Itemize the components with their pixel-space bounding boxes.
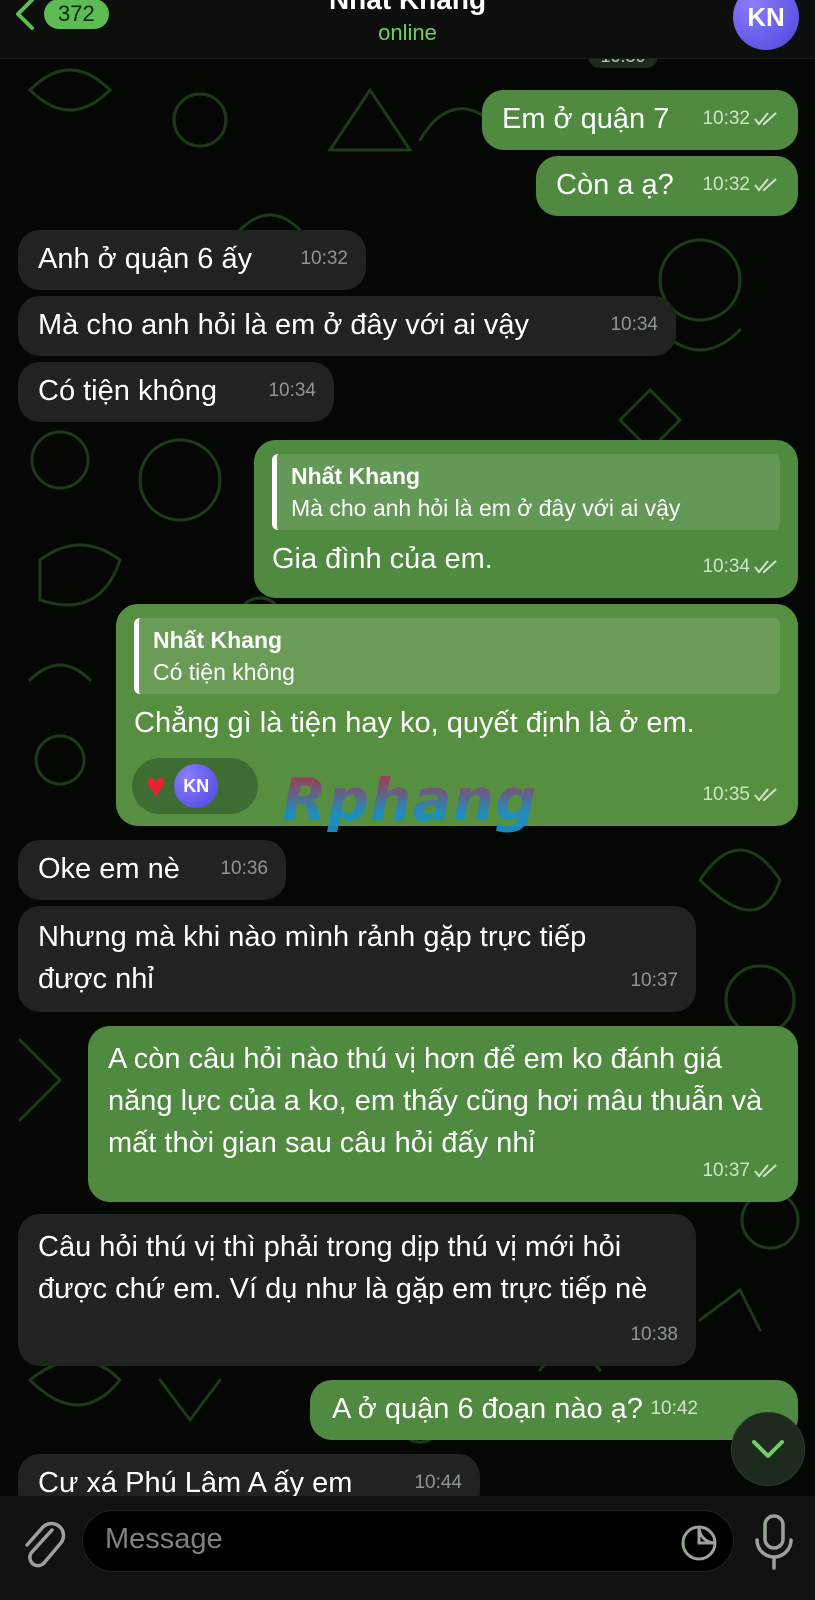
sticker-icon[interactable] (679, 1523, 719, 1563)
message-time: 10:37 (702, 1160, 750, 1181)
message-bubble[interactable]: A ở quận 6 đoạn nào ạ? 10:42 (310, 1380, 798, 1440)
message-text: A còn câu hỏi nào thú vị hơn để em ko đá… (108, 1043, 763, 1159)
message-meta: 10:32 (300, 238, 348, 280)
heart-icon: ♥ (146, 767, 167, 805)
message-time: 10:37 (630, 970, 678, 991)
message-bubble[interactable]: A còn câu hỏi nào thú vị hơn để em ko đá… (88, 1026, 798, 1202)
message-bubble[interactable]: Oke em nè 10:36 (18, 840, 286, 900)
message-meta: 10:34 (702, 546, 780, 588)
double-check-icon (754, 788, 777, 802)
message-input-placeholder: Message (105, 1523, 223, 1555)
message-meta: 10:38 (630, 1314, 678, 1356)
message-text: Mà cho anh hỏi là em ở đây với ai vậy (38, 309, 529, 341)
message-bubble[interactable]: Mà cho anh hỏi là em ở đây với ai vậy 10… (18, 296, 676, 356)
message-meta: 10:32 (702, 98, 780, 140)
reply-text: Có tiện không (153, 659, 295, 685)
double-check-icon (754, 178, 777, 192)
reply-quote[interactable]: Nhất Khang Có tiện không (134, 618, 780, 694)
message-time: 10:38 (630, 1324, 678, 1345)
double-check-icon (754, 560, 777, 574)
message-bubble[interactable]: Còn a ạ? 10:32 (536, 156, 798, 216)
contact-status: online (378, 20, 437, 45)
scroll-to-bottom-button[interactable] (731, 1412, 805, 1486)
chevron-down-icon (752, 1440, 784, 1458)
microphone-icon[interactable] (752, 1512, 796, 1574)
paperclip-icon[interactable] (18, 1516, 68, 1576)
message-bubble[interactable]: Anh ở quận 6 ấy 10:32 (18, 230, 366, 290)
message-composer: Message (0, 1496, 815, 1600)
message-time: 10:32 (300, 248, 348, 269)
message-text: Câu hỏi thú vị thì phải trong dịp thú vị… (38, 1231, 648, 1305)
chat-header: 372 Nhất Khang online KN (0, 0, 815, 59)
watermark-logo: Rphang (282, 766, 538, 834)
message-meta: 10:34 (268, 370, 316, 412)
message-bubble[interactable]: Nhưng mà khi nào mình rảnh gặp trực tiếp… (18, 906, 696, 1012)
message-text: Chẳng gì là tiện hay ko, quyết định là ở… (134, 707, 695, 739)
message-input[interactable]: Message (82, 1510, 734, 1572)
message-meta: 10:36 (220, 848, 268, 890)
message-time: 10:32 (702, 108, 750, 129)
double-check-icon (754, 112, 777, 126)
message-meta: 10:35 (702, 774, 780, 816)
message-text: A ở quận 6 đoạn nào ạ? (332, 1393, 643, 1425)
message-meta: 10:37 (630, 960, 678, 1002)
reply-text: Mà cho anh hỏi là em ở đây với ai vậy (291, 495, 681, 521)
message-text: Nhưng mà khi nào mình rảnh gặp trực tiếp… (38, 921, 587, 995)
message-time: 10:35 (702, 784, 750, 805)
message-bubble[interactable]: Có tiện không 10:34 (18, 362, 334, 422)
message-time: 10:34 (268, 380, 316, 401)
reaction-avatar: KN (174, 764, 219, 808)
message-bubble[interactable]: Câu hỏi thú vị thì phải trong dịp thú vị… (18, 1214, 696, 1366)
double-check-icon (754, 1164, 777, 1178)
reaction-chip[interactable]: ♥ KN (132, 758, 258, 814)
reply-author: Nhất Khang (291, 463, 421, 489)
message-meta: 10:34 (610, 304, 658, 346)
message-bubble[interactable]: Em ở quận 7 10:32 (482, 90, 798, 150)
message-meta: 10:42 (650, 1388, 698, 1430)
reply-quote[interactable]: Nhất Khang Mà cho anh hỏi là em ở đây vớ… (272, 454, 780, 530)
reply-author: Nhất Khang (153, 627, 283, 653)
message-time: 10:32 (702, 174, 750, 195)
message-time: 10:36 (220, 858, 268, 879)
message-bubble[interactable]: Nhất Khang Mà cho anh hỏi là em ở đây vớ… (254, 440, 798, 598)
message-time: 10:42 (650, 1398, 698, 1419)
message-time: 10:34 (610, 314, 658, 335)
message-meta: 10:37 (702, 1150, 780, 1192)
contact-name[interactable]: Nhất Khang (0, 0, 815, 16)
message-meta: 10:32 (702, 164, 780, 206)
message-time: 10:34 (702, 556, 750, 577)
